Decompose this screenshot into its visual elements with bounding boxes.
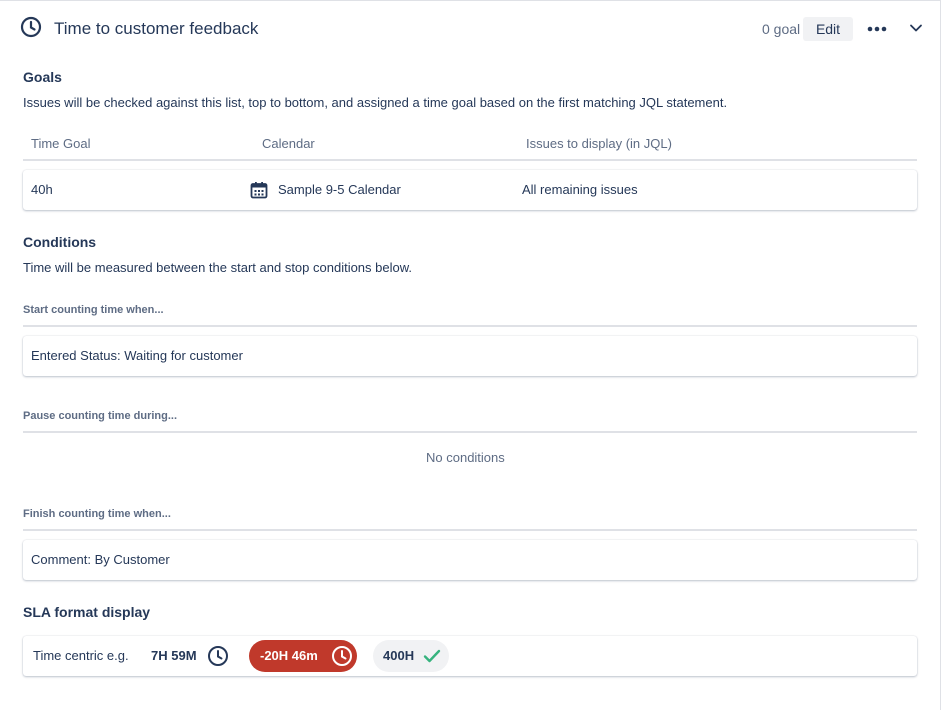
finish-divider	[23, 529, 917, 531]
pause-condition-empty: No conditions	[426, 450, 505, 465]
start-condition-value: Entered Status: Waiting for customer	[31, 348, 243, 363]
sla-format-heading: SLA format display	[23, 604, 151, 620]
column-time-goal: Time Goal	[31, 136, 91, 151]
goal-row[interactable]: 40h Sample 9-5 Calendar All remaining is…	[23, 170, 917, 210]
column-issues-jql: Issues to display (in JQL)	[526, 136, 672, 151]
start-condition-label: Start counting time when...	[23, 304, 164, 316]
more-icon[interactable]	[866, 19, 888, 39]
goals-heading: Goals	[23, 69, 62, 85]
sla-example-breached: -20H 46m	[249, 640, 357, 672]
goal-calendar: Sample 9-5 Calendar	[278, 182, 401, 197]
sla-example-done: 400H	[373, 640, 449, 672]
panel-header[interactable]: Time to customer feedback 0 goal Edit	[0, 1, 941, 57]
finish-condition-value: Comment: By Customer	[31, 552, 170, 567]
sla-example-breached-text: -20H 46m	[260, 648, 318, 663]
goal-issues: All remaining issues	[522, 182, 638, 197]
check-icon	[423, 649, 441, 663]
sla-example-ok: 7H 59M	[151, 648, 197, 663]
sla-format-row: Time centric e.g. 7H 59M -20H 46m 400H	[23, 636, 917, 676]
clock-icon	[208, 646, 228, 666]
clock-icon	[332, 646, 352, 666]
conditions-description: Time will be measured between the start …	[23, 260, 413, 275]
chevron-down-icon[interactable]	[908, 20, 924, 36]
finish-condition-row[interactable]: Comment: By Customer	[23, 540, 917, 580]
table-header-divider	[23, 159, 917, 161]
calendar-icon	[250, 182, 268, 199]
finish-condition-label: Finish counting time when...	[23, 508, 171, 520]
sla-format-label: Time centric e.g.	[33, 648, 129, 663]
conditions-heading: Conditions	[23, 234, 97, 250]
column-calendar: Calendar	[262, 136, 315, 151]
start-divider	[23, 325, 917, 327]
start-condition-row[interactable]: Entered Status: Waiting for customer	[23, 336, 917, 376]
pause-condition-label: Pause counting time during...	[23, 410, 178, 422]
pause-divider	[23, 431, 917, 433]
goal-count: 0 goal	[762, 21, 801, 37]
edit-button[interactable]: Edit	[803, 17, 853, 41]
clock-icon	[20, 16, 42, 38]
goal-time: 40h	[31, 182, 53, 197]
goals-description: Issues will be checked against this list…	[23, 95, 728, 110]
panel-title: Time to customer feedback	[54, 19, 259, 38]
sla-goal-panel: Time to customer feedback 0 goal Edit Go…	[0, 0, 941, 710]
sla-example-done-text: 400H	[383, 648, 415, 663]
